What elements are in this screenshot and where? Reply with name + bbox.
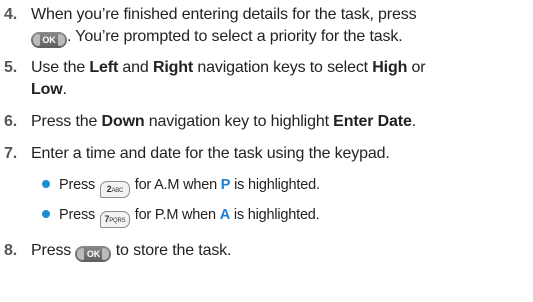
key-7-pqrs-icon: 7PQRS [99, 211, 130, 228]
bullet-text: is highlighted. [230, 177, 320, 193]
key-name: Right [152, 59, 194, 76]
step-text: Use the [31, 59, 90, 76]
step-text: or [407, 59, 426, 76]
step-text: . You’re prompted to select a priority f… [67, 28, 403, 45]
option-name: High [372, 59, 408, 76]
bullet-text: Press [59, 207, 99, 223]
step-number: 5. [4, 59, 18, 76]
step-text: . [62, 81, 67, 98]
step-text: navigation keys to select [193, 59, 373, 76]
step-text: Press [31, 242, 76, 259]
step-8: 8. Press OK to store the task. [4, 240, 529, 262]
ok-key-icon: OK [31, 32, 67, 48]
step-text: Enter a time and date for the task using… [31, 145, 390, 162]
step-number: 4. [4, 6, 18, 23]
bullet-text: for A.M when [130, 177, 221, 193]
bullet-icon [42, 210, 50, 218]
step-text: to store the task. [111, 242, 232, 259]
step-7: 7. Enter a time and date for the task usi… [4, 143, 529, 165]
bullet-text: for P.M when [130, 207, 220, 223]
step-number: 8. [4, 242, 18, 259]
option-name: Low [31, 81, 63, 98]
bullet-text: is highlighted. [230, 207, 320, 223]
bullet-icon [42, 180, 50, 188]
step-text: . [411, 113, 416, 130]
highlight-letter: A [219, 207, 230, 223]
step-number: 7. [4, 145, 18, 162]
key-2-abc-icon: 2ABC [99, 181, 130, 198]
key-name: Left [89, 59, 119, 76]
bullet-item: Press 7PQRS for P.M when A is highlighte… [42, 205, 522, 228]
manual-page: 4. When you’re finished entering details … [0, 0, 533, 302]
step-4: 4. When you’re finished entering details … [4, 4, 529, 48]
bullet-text: Press [59, 177, 99, 193]
bullet-item: Press 2ABC for A.M when P is highlighted… [42, 175, 522, 198]
step-text: Press the [31, 113, 102, 130]
step-number: 6. [4, 113, 18, 130]
field-name: Enter Date [333, 113, 412, 130]
step-text: and [118, 59, 153, 76]
key-name: Down [101, 113, 145, 130]
step-5: 5. Use the Left and Right navigation keys… [4, 57, 529, 101]
ok-key-icon: OK [75, 246, 112, 262]
step-6: 6. Press the Down navigation key to highl… [4, 111, 529, 133]
step-text: When you’re finished entering details fo… [31, 6, 417, 23]
step-text: navigation key to highlight [144, 113, 334, 130]
highlight-letter: P [220, 177, 231, 193]
